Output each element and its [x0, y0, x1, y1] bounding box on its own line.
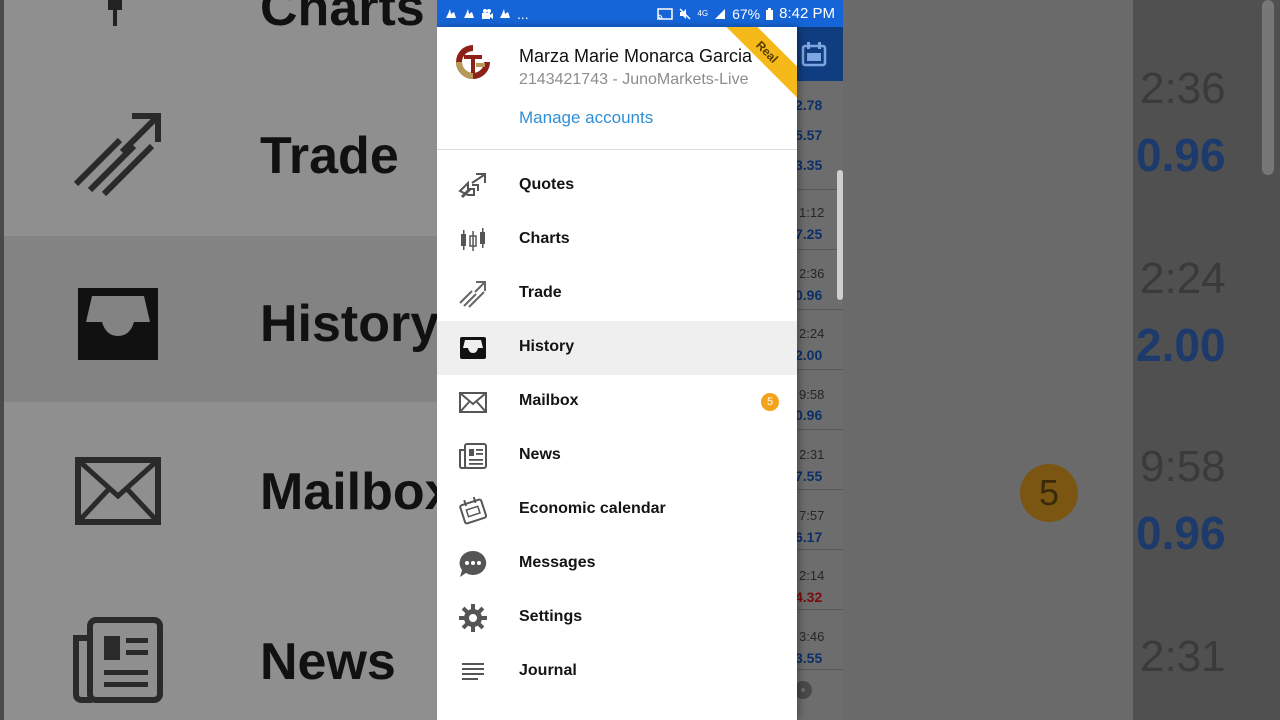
- list-icon: [462, 663, 484, 680]
- bg-price: 0.96: [1136, 507, 1226, 559]
- menu-item-economic-calendar[interactable]: Economic calendar: [437, 483, 797, 537]
- bg-time: 2:36: [1140, 64, 1226, 113]
- inbox-icon: [460, 337, 486, 359]
- app-row: [797, 550, 843, 610]
- menu-label: Quotes: [519, 176, 575, 193]
- chat-icon: [459, 550, 487, 577]
- bg-newspaper-icon: [73, 617, 163, 703]
- status-bar: ... 4G 67% 8:42 PM: [437, 0, 843, 27]
- battery-percent: 67%: [732, 5, 761, 22]
- bg-app-zoom: [843, 0, 1133, 720]
- menu-item-partial[interactable]: [437, 699, 797, 720]
- notification-icon: [446, 8, 456, 18]
- menu-item-charts[interactable]: Charts: [437, 213, 797, 267]
- menu-item-news[interactable]: News: [437, 429, 797, 483]
- menu-item-trade[interactable]: Trade: [437, 267, 797, 321]
- menu-label: Settings: [519, 608, 583, 625]
- bg-price: 0.96: [1136, 129, 1226, 181]
- account-login: 2143421743 - JunoMarkets-Live: [519, 71, 749, 88]
- menu-item-mailbox[interactable]: Mailbox 5: [437, 375, 797, 429]
- calendar-icon: [459, 496, 488, 525]
- drawer-menu: Quotes Charts Trade History Mailbox 5 Ne…: [437, 159, 797, 720]
- more-notifications: ...: [517, 5, 529, 22]
- screen-recording: Charts Trade History Mailbox News 2:36 0…: [0, 0, 1280, 720]
- newspaper-icon: [459, 443, 487, 469]
- menu-label: Charts: [519, 230, 570, 247]
- account-header[interactable]: Marza Marie Monarca Garcia 2143421743 - …: [437, 27, 797, 150]
- menu-item-history[interactable]: History: [437, 321, 797, 375]
- signal-icon: [715, 8, 726, 19]
- bg-badge: 5: [1020, 464, 1078, 522]
- app-row: [797, 490, 843, 550]
- partial-icon: [458, 711, 488, 720]
- bg-label: Trade: [260, 127, 399, 185]
- unread-badge: 5: [761, 393, 779, 411]
- bg-scrollbar: [1262, 0, 1274, 175]
- menu-item-settings[interactable]: Settings: [437, 591, 797, 645]
- phone-screen: ... 4G 67% 8:42 PM 2.78 5.57 3.35 1:12 7…: [437, 0, 843, 720]
- app-row: [797, 310, 843, 370]
- app-price: 2.78: [795, 97, 823, 113]
- app-row: [797, 370, 843, 430]
- bg-time: 2:31: [1140, 632, 1226, 681]
- candlestick-icon: [461, 228, 485, 251]
- bg-label: News: [260, 633, 396, 691]
- menu-label: Trade: [519, 284, 562, 301]
- menu-label: Journal: [519, 662, 577, 679]
- manage-accounts-link[interactable]: Manage accounts: [519, 108, 653, 128]
- calendar-icon: [801, 42, 827, 67]
- bg-candlestick-icon: [108, 0, 122, 26]
- network-type: 4G: [697, 8, 709, 18]
- navigation-drawer: Marza Marie Monarca Garcia 2143421743 - …: [437, 27, 797, 720]
- app-toolbar: [797, 27, 843, 81]
- menu-item-messages[interactable]: Messages: [437, 537, 797, 591]
- bg-price: 2.00: [1136, 319, 1226, 371]
- menu-item-journal[interactable]: Journal: [437, 645, 797, 699]
- bg-envelope-icon: [75, 457, 161, 525]
- menu-label: Economic calendar: [519, 500, 666, 517]
- status-clock: 8:42 PM: [779, 5, 835, 22]
- screen-recorder-icon: [482, 8, 493, 19]
- broker-logo: [456, 45, 490, 79]
- account-name: Marza Marie Monarca Garcia: [519, 46, 753, 66]
- trade-icon: [459, 281, 486, 308]
- bg-label: Mailbox: [260, 463, 454, 521]
- battery-icon: [766, 7, 774, 20]
- app-row: [797, 430, 843, 490]
- gear-icon: [459, 604, 487, 632]
- menu-label: Mailbox: [519, 392, 579, 409]
- envelope-icon: [459, 392, 487, 413]
- mute-icon: [679, 7, 691, 20]
- app-scrollbar[interactable]: [837, 170, 843, 300]
- bg-time: 2:24: [1140, 254, 1226, 303]
- bg-label: History: [260, 295, 440, 353]
- quotes-icon: [458, 173, 486, 199]
- menu-label: History: [519, 338, 575, 355]
- cast-icon: [657, 7, 674, 20]
- menu-item-quotes[interactable]: Quotes: [437, 159, 797, 213]
- bg-inbox-icon: [78, 288, 158, 360]
- menu-label: News: [519, 446, 561, 463]
- status-bar-notifications: ...: [445, 6, 657, 22]
- bg-trade-icon: [73, 113, 161, 197]
- notification-icon: [464, 8, 474, 18]
- status-bar-system: 4G 67% 8:42 PM: [657, 5, 835, 22]
- bg-time: 9:58: [1140, 442, 1226, 491]
- menu-label: Messages: [519, 554, 596, 571]
- bg-label-charts: Charts: [260, 0, 425, 37]
- app-row: [797, 610, 843, 670]
- notification-icon: [500, 8, 510, 18]
